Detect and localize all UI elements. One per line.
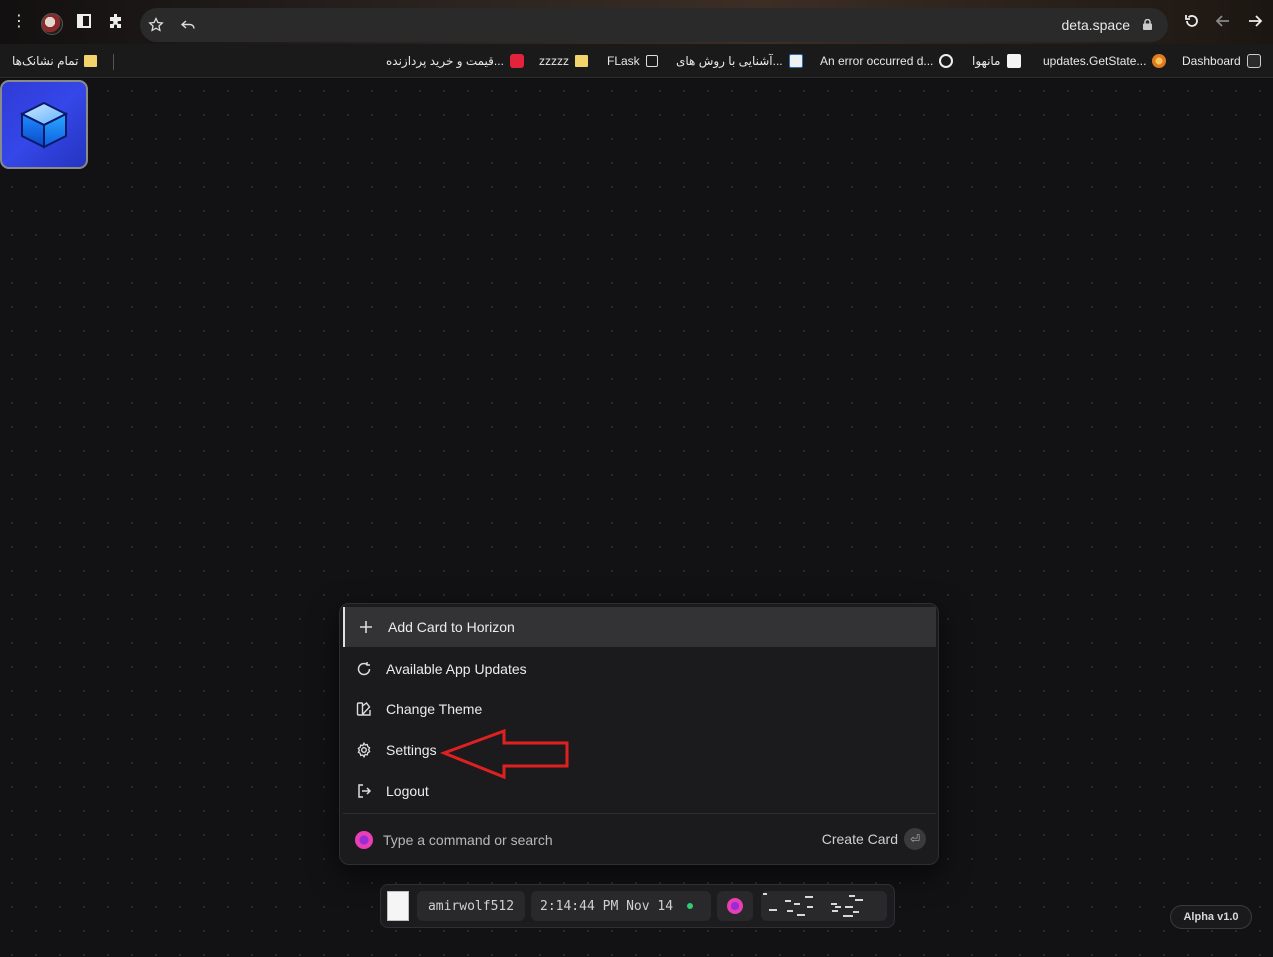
menu-item-settings[interactable]: Settings	[343, 730, 936, 770]
user-avatar[interactable]	[387, 891, 409, 921]
bookmark-label: Dashboard	[1182, 54, 1241, 68]
bookmark-item[interactable]: مانهوا	[972, 52, 1021, 70]
cube-icon	[19, 101, 69, 149]
bookmark-item[interactable]: قیمت و خرید پردازنده...	[386, 52, 524, 70]
horizon-orb-button[interactable]	[717, 891, 753, 921]
firebase-favicon-icon	[1152, 54, 1167, 68]
palette-divider	[343, 813, 936, 814]
all-bookmarks-label: تمام نشانک‌ها	[12, 54, 79, 68]
address-bar[interactable]: deta.space	[140, 8, 1168, 42]
bookmarks-bar: تمام نشانک‌ها قیمت و خرید پردازنده... zz…	[0, 44, 1273, 78]
menu-item-label: Available App Updates	[386, 661, 527, 677]
command-search-row: Create Card ⏎	[343, 815, 936, 863]
datetime: 2:14:44 PM Nov 14	[540, 898, 674, 914]
bookmark-label: آشنایی با روش های...	[676, 54, 783, 68]
bookmark-item[interactable]: zzzzz	[539, 52, 588, 70]
menu-item-label: Add Card to Horizon	[388, 619, 515, 635]
bookmark-label: An error occurred d...	[820, 54, 934, 68]
sidebar-icon[interactable]	[72, 9, 96, 33]
bookmarks-separator	[113, 54, 114, 70]
command-search-input[interactable]	[383, 827, 803, 853]
bottom-dock: amirwolf512 2:14:44 PM Nov 14	[380, 884, 895, 928]
theme-icon	[355, 700, 373, 718]
menu-item-app-updates[interactable]: Available App Updates	[343, 649, 936, 689]
bookmark-item[interactable]: آشنایی با روش های...	[676, 52, 803, 70]
bookmark-label: قیمت و خرید پردازنده...	[386, 54, 504, 68]
bookmark-label: updates.GetState...	[1043, 54, 1147, 68]
reload-icon[interactable]	[1180, 9, 1204, 33]
menu-item-logout[interactable]: Logout	[343, 771, 936, 811]
activity-graph[interactable]	[761, 891, 887, 921]
browser-toolbar: ⋮ deta.space	[0, 0, 1273, 44]
bookmark-label: FLask	[607, 54, 640, 68]
clock-pill[interactable]: 2:14:44 PM Nov 14	[531, 891, 711, 921]
username: amirwolf512	[427, 898, 515, 914]
shop-favicon-icon	[509, 54, 524, 68]
online-status-icon	[687, 903, 694, 909]
forward-arrow-icon[interactable]	[1243, 9, 1267, 33]
menu-item-add-card[interactable]: Add Card to Horizon	[343, 607, 936, 647]
lock-icon[interactable]	[1143, 19, 1152, 30]
create-card-button[interactable]: Create Card	[822, 831, 898, 847]
activity-dashes-icon	[763, 893, 863, 917]
bookmark-label: zzzzz	[539, 54, 569, 68]
github-icon	[939, 54, 954, 68]
annotation-arrow-icon	[440, 728, 569, 780]
dashboard-favicon-icon	[1246, 54, 1261, 68]
site-favicon-icon	[788, 54, 803, 68]
profile-avatar[interactable]	[41, 13, 63, 35]
horizon-orb-icon	[355, 831, 373, 849]
browser-menu-icon[interactable]: ⋮	[7, 9, 31, 33]
menu-item-label: Settings	[386, 742, 437, 758]
command-palette: Add Card to Horizon Available App Update…	[339, 603, 939, 865]
all-bookmarks-folder[interactable]: تمام نشانک‌ها	[12, 52, 98, 70]
folder-icon	[575, 55, 588, 67]
url-text[interactable]: deta.space	[1062, 17, 1131, 33]
horizon-orb-icon	[727, 898, 743, 914]
bookmark-star-icon[interactable]	[144, 13, 168, 37]
menu-item-label: Change Theme	[386, 701, 483, 717]
page-favicon-icon	[645, 55, 658, 67]
extensions-icon[interactable]	[104, 9, 128, 33]
bookmark-item[interactable]: An error occurred d...	[820, 52, 954, 70]
username-pill[interactable]: amirwolf512	[417, 891, 525, 921]
menu-item-change-theme[interactable]: Change Theme	[343, 689, 936, 729]
bookmark-item[interactable]: FLask	[607, 52, 658, 70]
version-badge: Alpha v1.0	[1170, 905, 1252, 929]
app-card[interactable]	[0, 80, 88, 169]
refresh-icon	[355, 660, 373, 678]
enter-key-icon: ⏎	[904, 828, 926, 850]
folder-icon	[84, 55, 98, 67]
gear-icon	[355, 741, 373, 759]
back-arrow-icon[interactable]	[1211, 9, 1235, 33]
bookmark-label: مانهوا	[972, 54, 1001, 68]
bookmark-item[interactable]: updates.GetState...	[1043, 52, 1167, 70]
plus-icon	[357, 618, 375, 636]
logout-icon	[355, 782, 373, 800]
menu-item-label: Logout	[386, 783, 429, 799]
bookmark-item[interactable]: Dashboard	[1182, 52, 1261, 70]
site-favicon-icon	[1006, 54, 1021, 68]
share-icon[interactable]	[176, 13, 200, 37]
